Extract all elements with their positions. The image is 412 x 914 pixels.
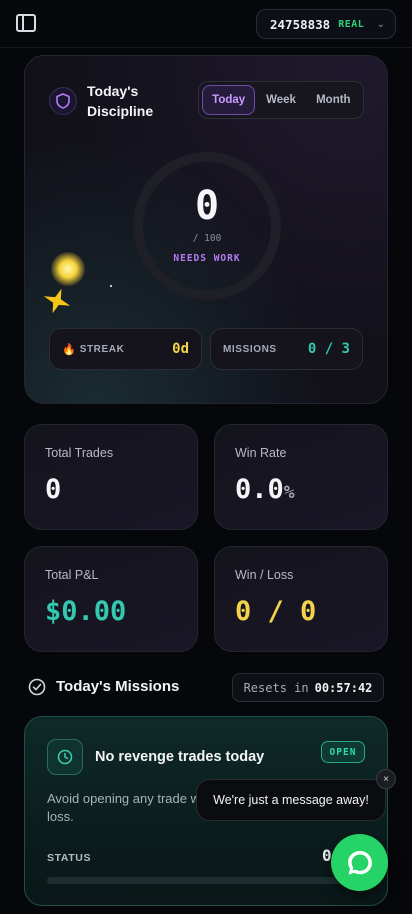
check-circle-icon xyxy=(28,678,46,696)
discipline-card: Today's Discipline Today Week Month 0 / … xyxy=(24,55,388,404)
streak-value: 0d xyxy=(172,341,189,357)
streak-label: STREAK xyxy=(79,343,125,355)
win-rate-row: 0.0% xyxy=(235,472,295,511)
total-trades-value: 0 xyxy=(45,474,62,505)
win-loss-label: Win / Loss xyxy=(235,568,294,582)
tab-month[interactable]: Month xyxy=(307,85,360,115)
mission-status-label: STATUS xyxy=(47,852,92,864)
chevron-down-icon: ⌄ xyxy=(376,18,385,30)
total-trades-card: Total Trades 0 xyxy=(24,424,198,530)
mission-description: Avoid opening any trade w loss. xyxy=(47,791,200,824)
discipline-title: Today's Discipline xyxy=(87,83,154,119)
whatsapp-chat-button[interactable] xyxy=(331,834,388,891)
chat-bubble-icon xyxy=(347,850,372,874)
flame-icon: 🔥 xyxy=(62,343,76,356)
win-rate-card: Win Rate 0.0% xyxy=(214,424,388,530)
missions-stat-value: 0 / 3 xyxy=(307,341,350,357)
missions-title: Today's Missions xyxy=(56,678,180,695)
account-id: 24758838 xyxy=(270,16,331,32)
tab-today[interactable]: Today xyxy=(202,85,256,115)
period-tabs: Today Week Month xyxy=(198,81,364,119)
clock-icon xyxy=(47,739,83,775)
total-pnl-value: $0.00 xyxy=(45,596,127,627)
win-loss-value: 0 / 0 xyxy=(235,596,317,627)
mission-name: No revenge trades today xyxy=(95,749,265,765)
shield-icon xyxy=(49,87,77,115)
total-pnl-label: Total P&L xyxy=(45,568,99,582)
score-max: / 100 xyxy=(192,233,222,244)
win-rate-unit: % xyxy=(283,482,295,503)
mission-status-badge: OPEN xyxy=(321,741,365,763)
sidebar-toggle-icon[interactable] xyxy=(16,14,36,32)
tab-week[interactable]: Week xyxy=(255,85,306,115)
win-rate-value: 0.0 xyxy=(235,474,284,505)
top-bar: 24758838 REAL ⌄ xyxy=(0,0,412,48)
glow-orb xyxy=(51,252,85,286)
win-rate-label: Win Rate xyxy=(235,446,287,460)
streak-stat: 🔥 STREAK 0d xyxy=(49,328,202,370)
reset-time: 00:57:42 xyxy=(314,680,373,695)
reset-timer: Resets in 00:57:42 xyxy=(232,673,384,702)
account-switcher[interactable]: 24758838 REAL ⌄ xyxy=(256,9,396,39)
account-mode-badge: REAL xyxy=(338,18,365,30)
missions-stat-label: MISSIONS xyxy=(223,343,277,355)
score-status: NEEDS WORK xyxy=(173,253,241,264)
reset-label: Resets in xyxy=(243,680,309,695)
total-trades-label: Total Trades xyxy=(45,446,114,460)
discipline-score: 0 xyxy=(194,183,220,229)
win-loss-card: Win / Loss 0 / 0 xyxy=(214,546,388,652)
mission-progress-bar xyxy=(47,877,357,884)
chat-message-bubble[interactable]: We're just a message away! xyxy=(196,779,386,821)
close-icon[interactable]: × xyxy=(376,769,396,789)
missions-stat: MISSIONS 0 / 3 xyxy=(210,328,363,370)
total-pnl-card: Total P&L $0.00 xyxy=(24,546,198,652)
